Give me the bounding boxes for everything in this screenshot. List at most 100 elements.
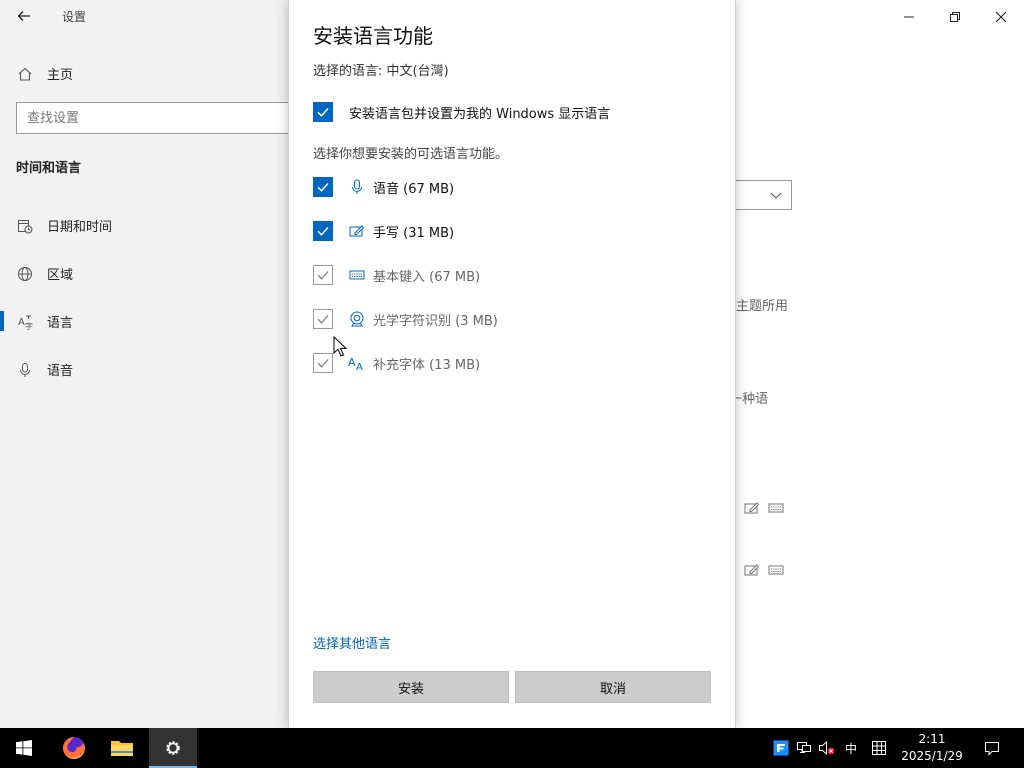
handwriting-pen-icon xyxy=(744,564,760,576)
checkmark-icon xyxy=(317,108,329,117)
nav-date-time[interactable]: 日期和时间 xyxy=(0,205,289,245)
svg-text:字: 字 xyxy=(25,321,33,330)
selected-language-text: 选择的语言: 中文(台灣) xyxy=(313,64,449,79)
svg-text:A: A xyxy=(348,356,356,369)
display-language-label: 安装语言包并设置为我的 Windows 显示语言 xyxy=(349,106,611,122)
font-icon: AA xyxy=(348,354,366,372)
svg-text:A: A xyxy=(356,362,363,371)
checkmark-icon xyxy=(317,183,329,192)
tray-network[interactable] xyxy=(793,728,815,768)
search-input[interactable] xyxy=(17,103,305,133)
search-box[interactable] xyxy=(16,102,306,134)
feature-handwriting[interactable]: 手写 (31 MB) xyxy=(313,219,454,243)
feature-basic-typing: 基本键入 (67 MB) xyxy=(313,263,480,287)
install-language-features-dialog: 安装语言功能 选择的语言: 中文(台灣) 安装语言包并设置为我的 Windows… xyxy=(288,0,736,728)
background-feature-icons-2 xyxy=(744,563,784,577)
background-text-1: 主题所用 xyxy=(736,299,789,314)
taskbar-settings[interactable] xyxy=(149,728,197,768)
nav-language[interactable]: A字 语言 xyxy=(0,301,289,341)
feature-basic-typing-label: 基本键入 (67 MB) xyxy=(373,269,481,285)
close-icon xyxy=(995,11,1007,23)
instruction-text: 选择你想要安装的可选语言功能。 xyxy=(313,147,509,162)
display-language-option[interactable]: 安装语言包并设置为我的 Windows 显示语言 xyxy=(313,100,610,124)
feature-speech-label: 语音 (67 MB) xyxy=(373,181,455,197)
checkmark-icon xyxy=(317,227,329,236)
clock-time: 2:11 xyxy=(918,732,946,746)
nav-region[interactable]: 区域 xyxy=(0,253,289,293)
background-feature-icons-1 xyxy=(744,501,784,515)
nav-home[interactable]: 主页 xyxy=(0,53,289,93)
microphone-icon xyxy=(16,361,34,379)
back-button[interactable] xyxy=(10,4,38,28)
nav-speech[interactable]: 语音 xyxy=(0,349,289,389)
nav-date-time-label: 日期和时间 xyxy=(47,219,113,235)
gear-icon xyxy=(166,741,180,755)
feature-ocr: 光学字符识别 (3 MB) xyxy=(313,307,498,331)
handwriting-pen-icon xyxy=(744,502,760,514)
tray-volume[interactable] xyxy=(816,728,838,768)
keyboard-icon xyxy=(768,503,784,513)
ime-grid-icon xyxy=(872,741,886,755)
taskbar-file-explorer[interactable] xyxy=(98,728,146,768)
nav-language-label: 语言 xyxy=(47,315,74,331)
feature-ocr-label: 光学字符识别 (3 MB) xyxy=(373,313,498,329)
ocr-camera-icon xyxy=(348,310,366,328)
start-button[interactable] xyxy=(0,728,48,768)
action-center-button[interactable] xyxy=(978,728,1006,768)
background-dropdown[interactable] xyxy=(735,180,792,210)
minimize-icon xyxy=(904,16,914,18)
keyboard-icon xyxy=(768,565,784,575)
display-language-checkbox[interactable] xyxy=(313,102,333,122)
ime-options[interactable] xyxy=(866,728,892,768)
keyboard-icon xyxy=(348,266,366,284)
minimize-button[interactable] xyxy=(886,2,932,32)
install-button[interactable]: 安装 xyxy=(313,671,509,703)
feature-supplemental-fonts-label: 补充字体 (13 MB) xyxy=(373,357,481,373)
ime-mode-indicator[interactable]: 中 xyxy=(840,728,862,768)
choose-other-language-link[interactable]: 选择其他语言 xyxy=(313,633,391,652)
checkmark-icon xyxy=(317,315,329,324)
nav-speech-label: 语音 xyxy=(47,363,74,379)
section-title: 时间和语言 xyxy=(16,161,82,176)
restore-icon xyxy=(950,12,960,22)
restore-button[interactable] xyxy=(932,2,978,32)
app-title: 设置 xyxy=(62,10,87,24)
mouse-cursor-icon xyxy=(333,336,347,357)
network-icon xyxy=(797,742,811,753)
taskbar-firefox[interactable] xyxy=(50,728,98,768)
volume-muted-icon xyxy=(819,740,835,756)
firefox-icon xyxy=(63,737,85,759)
folder-icon xyxy=(111,741,133,756)
language-icon: A字 xyxy=(16,313,34,331)
system-clock[interactable]: 2:11 2025/1/29 xyxy=(896,731,968,765)
clock-date: 2025/1/29 xyxy=(901,749,963,763)
close-button[interactable] xyxy=(978,2,1024,32)
windows-logo-icon xyxy=(16,740,32,756)
feature-handwriting-checkbox[interactable] xyxy=(313,221,333,241)
globe-icon xyxy=(16,265,34,283)
notification-icon xyxy=(985,742,999,756)
settings-sidebar: 设置 主页 时间和语言 日期和时间 区域 A字 xyxy=(0,0,306,728)
nav-home-label: 主页 xyxy=(47,67,74,83)
microphone-icon xyxy=(348,178,366,196)
svg-text:A: A xyxy=(18,317,25,328)
taskbar: 中 2:11 2025/1/29 xyxy=(0,728,1024,768)
home-icon xyxy=(16,65,34,83)
calendar-clock-icon xyxy=(16,217,34,235)
tray-app-icon[interactable] xyxy=(770,728,792,768)
dialog-title: 安装语言功能 xyxy=(313,24,433,48)
feature-speech[interactable]: 语音 (67 MB) xyxy=(313,175,454,199)
nav-region-label: 区域 xyxy=(47,267,74,283)
handwriting-pen-icon xyxy=(348,222,366,240)
feature-handwriting-label: 手写 (31 MB) xyxy=(373,225,455,241)
chevron-down-icon xyxy=(770,192,782,199)
checkmark-icon xyxy=(317,359,329,368)
feature-basic-typing-checkbox xyxy=(313,265,333,285)
cancel-button[interactable]: 取消 xyxy=(515,671,711,703)
feature-supplemental-fonts-checkbox xyxy=(313,353,333,373)
feature-ocr-checkbox xyxy=(313,309,333,329)
feature-speech-checkbox[interactable] xyxy=(313,177,333,197)
checkmark-icon xyxy=(317,271,329,280)
back-arrow-icon xyxy=(17,11,30,21)
app-tray-icon xyxy=(773,740,789,756)
